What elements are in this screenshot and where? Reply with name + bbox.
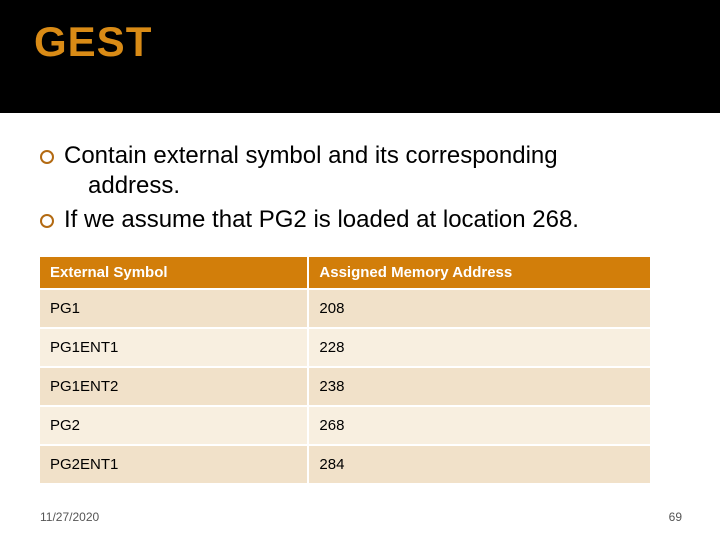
bullet-marker-icon	[40, 150, 54, 164]
bullet-text: Contain external symbol and its correspo…	[64, 141, 686, 201]
footer-date: 11/27/2020	[40, 510, 99, 524]
table-header: Assigned Memory Address	[308, 257, 650, 289]
table-header-row: External Symbol Assigned Memory Address	[40, 257, 650, 289]
table-row: PG1 208	[40, 289, 650, 328]
table-header: External Symbol	[40, 257, 308, 289]
cell-symbol: PG1ENT2	[40, 367, 308, 406]
table-row: PG2 268	[40, 406, 650, 445]
bullet-item: Contain external symbol and its correspo…	[40, 141, 686, 201]
bullet-line: Contain external symbol and its correspo…	[64, 142, 558, 169]
bullet-text: If we assume that PG2 is loaded at locat…	[64, 205, 686, 235]
bullet-line: address.	[88, 172, 180, 199]
cell-address: 238	[308, 367, 650, 406]
footer-page-number: 69	[669, 510, 682, 524]
cell-address: 268	[308, 406, 650, 445]
bullet-list: Contain external symbol and its correspo…	[40, 141, 686, 235]
bullet-line: If we assume that PG2 is loaded at locat…	[64, 206, 579, 233]
bullet-item: If we assume that PG2 is loaded at locat…	[40, 205, 686, 235]
footer: 11/27/2020 69	[40, 510, 682, 524]
content-area: Contain external symbol and its correspo…	[0, 113, 720, 483]
table-row: PG2ENT1 284	[40, 445, 650, 483]
cell-symbol: PG1ENT1	[40, 328, 308, 367]
title-band: GEST	[0, 0, 720, 110]
table-row: PG1ENT1 228	[40, 328, 650, 367]
table-row: PG1ENT2 238	[40, 367, 650, 406]
slide-title: GEST	[34, 18, 720, 66]
cell-address: 284	[308, 445, 650, 483]
cell-symbol: PG2ENT1	[40, 445, 308, 483]
cell-symbol: PG1	[40, 289, 308, 328]
gest-table: External Symbol Assigned Memory Address …	[40, 257, 686, 483]
table: External Symbol Assigned Memory Address …	[40, 257, 650, 483]
cell-symbol: PG2	[40, 406, 308, 445]
cell-address: 208	[308, 289, 650, 328]
bullet-marker-icon	[40, 214, 54, 228]
cell-address: 228	[308, 328, 650, 367]
